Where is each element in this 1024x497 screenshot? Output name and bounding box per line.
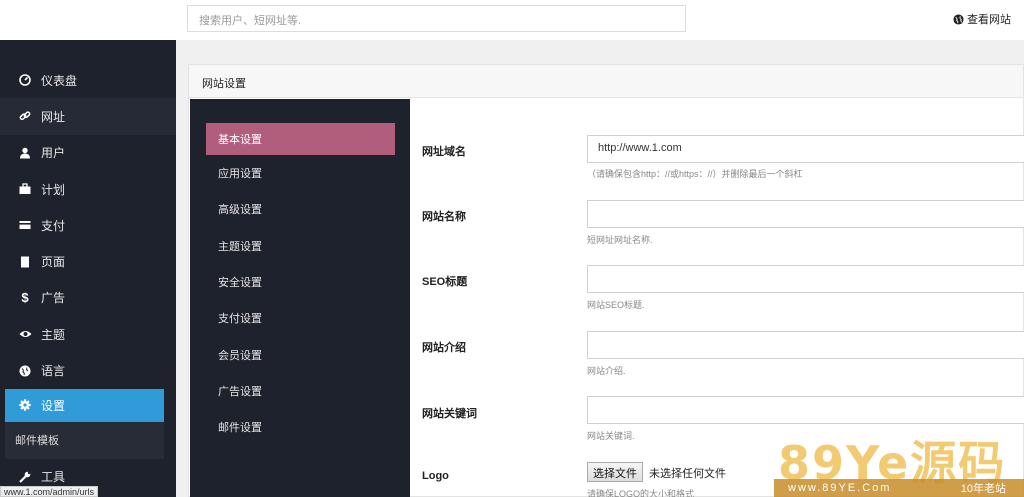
sidebar-item-plans[interactable]: 计划 — [0, 171, 176, 207]
tab-theme[interactable]: 主题设置 — [190, 228, 410, 264]
tab-app[interactable]: 应用设置 — [190, 155, 410, 191]
sidebar-item-label: 设置 — [41, 398, 66, 413]
sidebar-item-languages[interactable]: 语言 — [0, 352, 176, 388]
status-url: www.1.com/admin/urls — [0, 486, 99, 497]
view-site-label: 查看网站 — [967, 14, 1011, 26]
keywords-input[interactable] — [587, 396, 1024, 424]
url-help: （请确保包含http：//或https：//）并删除最后一个斜杠 — [587, 169, 803, 179]
eye-icon — [18, 327, 32, 341]
sidebar-item-label: 主题 — [41, 327, 66, 342]
tab-advanced[interactable]: 高级设置 — [190, 191, 410, 227]
sidebar-item-urls[interactable]: 网址 — [0, 98, 176, 135]
site-desc-help: 网站介绍. — [587, 366, 626, 376]
sidebar-item-users[interactable]: 用户 — [0, 135, 176, 171]
sidebar-item-label: 仪表盘 — [41, 73, 78, 88]
sidebar-item-pages[interactable]: 页面 — [0, 243, 176, 279]
keywords-label: 网站关键词 — [422, 408, 477, 420]
gear-icon — [18, 398, 32, 412]
credit-card-icon — [18, 218, 32, 232]
file-status: 未选择任何文件 — [649, 468, 726, 480]
sidebar-item-dashboard[interactable]: 仪表盘 — [0, 62, 176, 98]
sidebar: 仪表盘 网址 用户 计划 支付 页面 $ 广告 主题 语言 设置 邮件模板 工具 — [0, 40, 176, 497]
seo-title-help: 网站SEO标题. — [587, 300, 645, 310]
sidebar-item-settings[interactable]: 设置 — [5, 388, 164, 422]
settings-tabs: 基本设置 应用设置 高级设置 主题设置 安全设置 支付设置 会员设置 广告设置 … — [190, 99, 410, 497]
briefcase-icon — [18, 182, 32, 196]
tab-security[interactable]: 安全设置 — [190, 264, 410, 300]
sidebar-item-payments[interactable]: 支付 — [0, 207, 176, 243]
site-name-help: 短网址网址名称. — [587, 235, 653, 245]
top-bar: 搜索用户、短网址等. 查看网站 — [0, 0, 1024, 40]
site-name-label: 网站名称 — [422, 211, 466, 223]
dashboard-icon — [18, 73, 32, 87]
logo-help: 请确保LOGO的大小和格式 — [587, 489, 695, 497]
sidebar-item-label: 页面 — [41, 255, 66, 270]
tab-ads[interactable]: 广告设置 — [190, 373, 410, 409]
tab-payment[interactable]: 支付设置 — [190, 300, 410, 336]
dollar-icon: $ — [21, 290, 29, 306]
sidebar-item-themes[interactable]: 主题 — [0, 316, 176, 352]
tab-email[interactable]: 邮件设置 — [190, 409, 410, 445]
search-input[interactable]: 搜索用户、短网址等. — [187, 5, 686, 32]
tab-membership[interactable]: 会员设置 — [190, 336, 410, 372]
logo-label: Logo — [422, 470, 449, 482]
site-name-input[interactable] — [587, 200, 1024, 228]
site-desc-label: 网站介绍 — [422, 342, 466, 354]
site-desc-input[interactable] — [587, 331, 1024, 359]
url-input[interactable]: http://www.1.com — [587, 135, 1024, 163]
tab-basic[interactable]: 基本设置 — [206, 123, 395, 155]
sidebar-item-label: 广告 — [41, 291, 66, 306]
sidebar-subitem-email-templates[interactable]: 邮件模板 — [5, 421, 164, 459]
view-site-link[interactable]: 查看网站 — [953, 11, 1011, 27]
watermark: 89Ye源码 www.89YE.Com 10年老站 — [774, 425, 1024, 497]
globe-icon — [18, 364, 32, 378]
wrench-icon — [18, 470, 32, 484]
sidebar-item-label: 工具 — [41, 470, 66, 485]
globe-icon — [953, 13, 964, 25]
seo-title-input[interactable] — [587, 265, 1024, 293]
watermark-slogan: 10年老站 — [960, 483, 1006, 495]
url-label: 网址域名 — [422, 146, 466, 158]
keywords-help: 网站关键词. — [587, 431, 635, 441]
sidebar-item-label: 计划 — [41, 182, 66, 197]
link-icon — [18, 109, 32, 123]
seo-title-label: SEO标题 — [422, 276, 468, 288]
sidebar-item-ads[interactable]: $ 广告 — [0, 280, 176, 316]
watermark-bar: www.89YE.Com 10年老站 — [774, 479, 1024, 497]
sidebar-subitem-label: 邮件模板 — [15, 435, 59, 448]
page-icon — [18, 255, 32, 269]
watermark-site: www.89YE.Com — [788, 482, 892, 494]
sidebar-item-label: 语言 — [41, 364, 66, 379]
user-icon — [18, 146, 32, 160]
panel-title: 网站设置 — [189, 65, 1023, 98]
sidebar-item-label: 用户 — [41, 146, 66, 161]
choose-file-button[interactable]: 选择文件 — [587, 462, 643, 482]
sidebar-item-label: 网址 — [41, 109, 66, 124]
sidebar-item-label: 支付 — [41, 218, 66, 233]
